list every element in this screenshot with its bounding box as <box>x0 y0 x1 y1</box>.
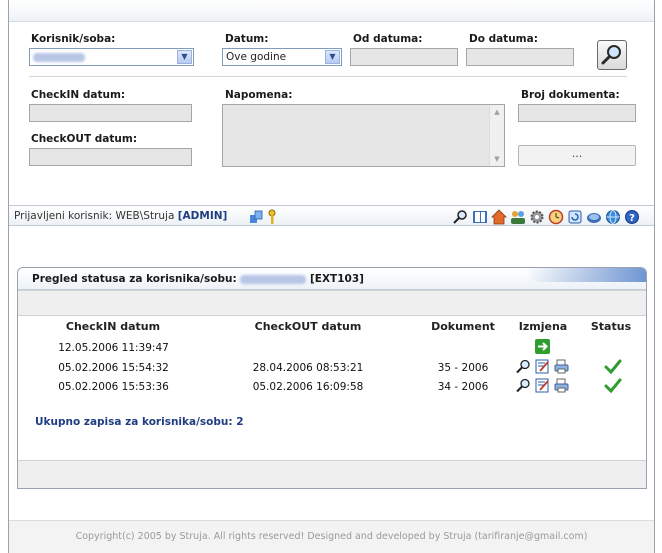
korisnik-select[interactable]: ▼ <box>29 48 194 66</box>
swap-users-icon[interactable] <box>249 209 265 225</box>
datum-select[interactable]: Ove godine ▼ <box>222 48 342 66</box>
cloud-icon[interactable] <box>586 209 602 225</box>
page-footer: Copyright(c) 2005 by Struja. All rights … <box>9 520 654 553</box>
key-icon[interactable] <box>264 209 280 225</box>
col-status: Status <box>590 320 632 333</box>
status-bar: Prijavljeni korisnik: WEB\Struja [ADMIN] <box>9 205 654 226</box>
logged-user-role: [ADMIN] <box>177 210 228 222</box>
logged-user-prefix: Prijavljeni korisnik: <box>14 210 113 222</box>
search-button[interactable] <box>597 40 627 70</box>
panel-header: Pregled statusa za korisnika/sobu: [EXT1… <box>18 268 646 290</box>
logged-user-text: Prijavljeni korisnik: WEB\Struja [ADMIN] <box>14 210 227 222</box>
check-icon <box>604 378 622 393</box>
status-panel: Pregled statusa za korisnika/sobu: [EXT1… <box>17 267 647 489</box>
col-izmjena: Izmjena <box>518 320 568 333</box>
scroll-down-icon[interactable]: ▼ <box>491 153 503 165</box>
users-icon[interactable] <box>510 209 526 225</box>
checkout-input[interactable] <box>29 148 192 166</box>
od-datuma-input[interactable] <box>350 48 458 66</box>
home-icon[interactable] <box>491 209 507 225</box>
panel-room-code: [EXT103] <box>309 273 364 285</box>
globe-icon[interactable] <box>605 209 621 225</box>
header-swoosh <box>526 268 646 282</box>
napomena-textarea[interactable]: ▲ ▼ <box>222 104 505 167</box>
chevron-down-icon[interactable]: ▼ <box>177 50 192 64</box>
browse-button[interactable]: ... <box>518 145 636 166</box>
scrollbar[interactable]: ▲ ▼ <box>489 105 504 166</box>
row-checkout: 05.02.2006 16:09:58 <box>252 381 364 393</box>
panel-title-text: Pregled statusa za korisnika/sobu: <box>32 273 237 285</box>
row-dokument: 35 - 2006 <box>437 362 489 374</box>
col-checkout: CheckOUT datum <box>254 320 362 333</box>
total-records: Ukupno zapisa za korisnika/sobu: 2 <box>35 416 244 428</box>
panel-toolbar-band <box>18 290 646 316</box>
datum-select-value: Ove godine <box>226 51 287 63</box>
row-dokument: 34 - 2006 <box>437 381 489 393</box>
col-checkin: CheckIN datum <box>65 320 161 333</box>
chevron-down-icon[interactable]: ▼ <box>325 50 340 64</box>
help-icon[interactable]: ? <box>624 209 640 225</box>
row-checkin: 12.05.2006 11:39:47 <box>58 342 169 354</box>
copyright-text: Copyright(c) 2005 by Struja. All rights … <box>75 531 588 542</box>
scroll-up-icon[interactable]: ▲ <box>491 106 503 118</box>
do-datuma-label: Do datuma: <box>469 33 538 45</box>
edit-icon[interactable] <box>535 359 550 374</box>
edit-icon[interactable] <box>535 378 550 393</box>
row-checkin: 05.02.2006 15:54:32 <box>58 362 169 374</box>
checkin-label: CheckIN datum: <box>31 89 126 101</box>
magnifier-icon <box>601 45 621 65</box>
od-datuma-label: Od datuma: <box>353 33 423 45</box>
broj-dokumenta-input[interactable] <box>518 104 636 122</box>
refresh-icon[interactable] <box>567 209 583 225</box>
korisnik-value-redacted <box>33 52 85 62</box>
search-icon[interactable] <box>453 209 469 225</box>
checkin-input[interactable] <box>29 104 192 122</box>
do-datuma-input[interactable] <box>466 48 574 66</box>
datum-label: Datum: <box>225 33 269 45</box>
clock-icon[interactable] <box>548 209 564 225</box>
korisnik-label: Korisnik/soba: <box>31 33 116 45</box>
print-icon[interactable] <box>554 378 569 393</box>
row-checkout: 28.04.2006 08:53:21 <box>252 362 364 374</box>
divider <box>29 76 627 77</box>
napomena-label: Napomena: <box>225 89 293 101</box>
view-icon[interactable] <box>516 359 531 374</box>
row-checkin: 05.02.2006 15:53:36 <box>58 381 169 393</box>
col-dokument: Dokument <box>431 320 495 333</box>
panel-user-redacted <box>240 274 307 284</box>
book-icon[interactable] <box>472 209 488 225</box>
panel-footer-band <box>18 460 646 488</box>
check-icon <box>604 359 622 374</box>
svg-text:?: ? <box>629 213 635 224</box>
top-bar <box>9 0 654 22</box>
main-frame: Korisnik/soba: ▼ Datum: Ove godine ▼ Od … <box>8 0 655 553</box>
view-icon[interactable] <box>516 378 531 393</box>
arrow-right-icon[interactable] <box>535 339 550 354</box>
checkout-label: CheckOUT datum: <box>31 133 138 145</box>
gear-icon[interactable] <box>529 209 545 225</box>
broj-dokumenta-label: Broj dokumenta: <box>521 89 620 101</box>
print-icon[interactable] <box>554 359 569 374</box>
logged-user-name: WEB\Struja <box>115 210 175 222</box>
panel-title: Pregled statusa za korisnika/sobu: [EXT1… <box>32 273 364 285</box>
